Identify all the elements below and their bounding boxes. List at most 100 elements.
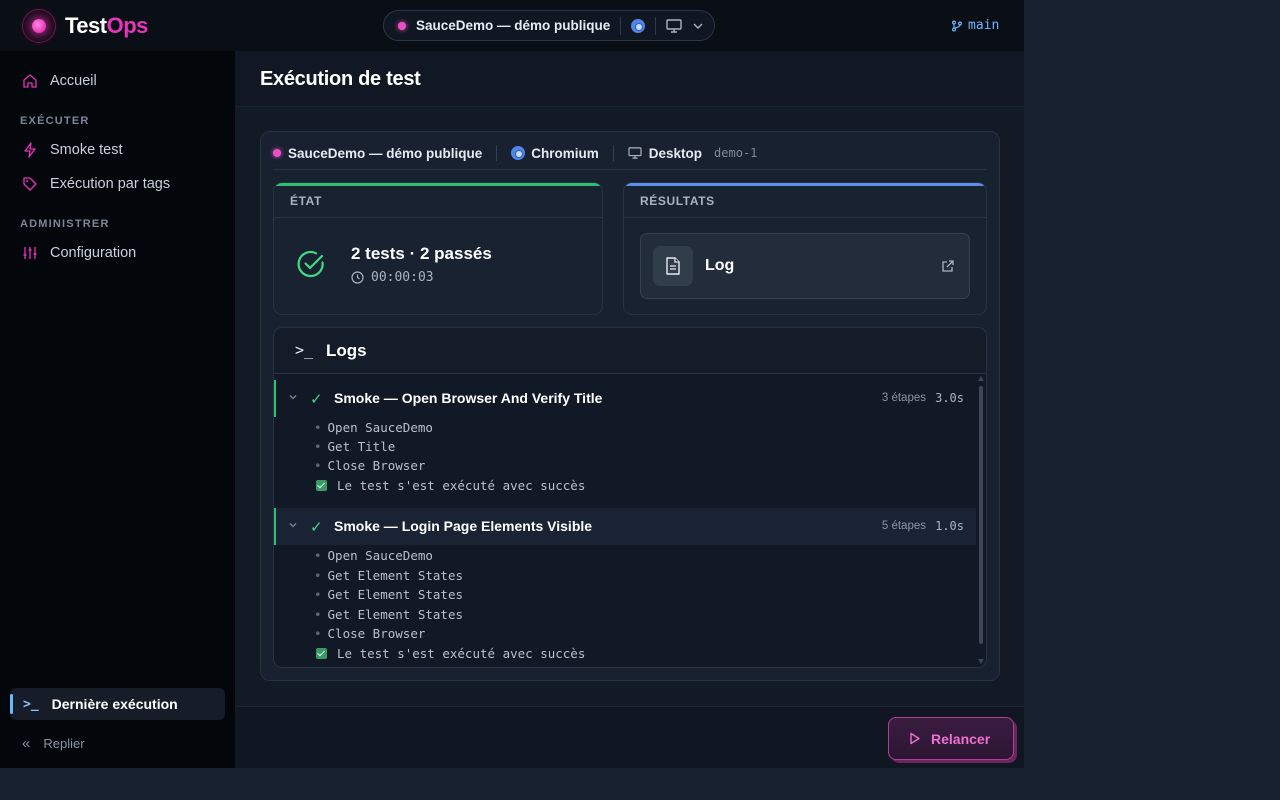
play-icon xyxy=(910,732,920,745)
check-icon: ✓ xyxy=(310,391,323,408)
log-step-text: Close Browser xyxy=(327,458,426,473)
logs-panel: >_ Logs ✓ Smoke — Open Browser And Verif… xyxy=(273,327,987,668)
checkbox-check-icon xyxy=(316,648,327,659)
log-step-text: Get Element States xyxy=(327,587,463,602)
page-title: Exécution de test xyxy=(260,68,421,90)
check-circle-icon xyxy=(297,250,324,278)
log-step-text: Get Element States xyxy=(327,607,463,622)
active-indicator xyxy=(10,694,13,714)
log-step-text: Open SauceDemo xyxy=(327,548,433,563)
test-steps-count: 3 étapes xyxy=(881,392,926,404)
divider xyxy=(655,16,657,35)
log-success-text: Le test s'est exécuté avec succès xyxy=(337,646,586,661)
page-header: Exécution de test xyxy=(235,51,1024,107)
branch-name: main xyxy=(968,18,1000,33)
test-duration: 3.0s xyxy=(935,391,964,405)
context-project: SauceDemo — démo publique xyxy=(288,145,483,161)
log-step-text: Get Title xyxy=(327,439,396,454)
state-panel: ÉTAT 2 tests · 2 passés 00:00:03 xyxy=(273,182,603,315)
log-success-text: Le test s'est exécuté avec succès xyxy=(337,478,586,493)
sidebar-item-tags[interactable]: Exécution par tags xyxy=(22,176,170,192)
relaunch-label: Relancer xyxy=(931,730,991,747)
logo-text: TestOps xyxy=(65,13,148,39)
test-row[interactable]: ✓ Smoke — Login Page Elements Visible 5 … xyxy=(274,508,976,545)
log-step: • Get Element States xyxy=(314,607,463,622)
state-duration: 00:00:03 xyxy=(351,270,434,285)
sidebar-item-last-run[interactable]: >_ Dernière exécution xyxy=(10,688,225,720)
test-name: Smoke — Login Page Elements Visible xyxy=(334,518,593,534)
divider xyxy=(274,217,602,218)
monitor-icon xyxy=(628,147,642,159)
sidebar-item-label: Smoke test xyxy=(50,142,123,158)
test-row[interactable]: ✓ Smoke — Open Browser And Verify Title … xyxy=(274,380,976,417)
test-duration: 1.0s xyxy=(935,519,964,533)
scroll-up-icon[interactable] xyxy=(978,376,984,381)
relaunch-button[interactable]: Relancer xyxy=(888,717,1014,760)
project-selector[interactable]: SauceDemo — démo publique xyxy=(383,10,715,41)
action-footer: Relancer xyxy=(235,706,1024,768)
sidebar-item-home[interactable]: Accueil xyxy=(22,73,97,89)
git-branch-icon xyxy=(952,20,962,32)
test-name: Smoke — Open Browser And Verify Title xyxy=(334,390,603,406)
logs-scrollbar[interactable] xyxy=(979,386,983,644)
log-step-text: Open SauceDemo xyxy=(327,420,433,435)
context-device: Desktop xyxy=(648,145,703,161)
project-dot-icon xyxy=(273,149,281,157)
sidebar-item-label: Dernière exécution xyxy=(51,696,178,712)
logo[interactable]: TestOps xyxy=(20,7,148,45)
open-log-button[interactable]: Log xyxy=(640,233,970,299)
home-icon xyxy=(23,74,37,88)
check-icon: ✓ xyxy=(310,519,323,536)
terminal-icon: >_ xyxy=(295,341,314,359)
sliders-icon xyxy=(23,247,37,259)
main-content: Exécution de test SauceDemo — démo publi… xyxy=(235,51,1024,768)
open-log-label: Log xyxy=(705,257,735,274)
sidebar-item-label: Configuration xyxy=(50,245,137,261)
sidebar-section-execute: EXÉCUTER xyxy=(20,115,90,127)
logo-text-ops: Ops xyxy=(106,13,149,38)
test-steps-count: 5 étapes xyxy=(881,520,926,532)
chevron-down-icon xyxy=(289,395,297,400)
logo-text-test: Test xyxy=(65,13,107,38)
divider xyxy=(620,16,622,35)
chromium-icon xyxy=(511,146,526,160)
divider xyxy=(273,169,987,170)
monitor-icon xyxy=(666,18,682,33)
results-panel: RÉSULTATS Log xyxy=(623,182,987,315)
lightning-icon xyxy=(24,142,36,158)
collapse-sidebar-button[interactable]: « Replier xyxy=(22,735,85,752)
scroll-down-icon[interactable] xyxy=(978,659,984,664)
log-step: • Get Title xyxy=(314,439,396,454)
log-step-text: Close Browser xyxy=(327,626,426,641)
context-browser: Chromium xyxy=(531,145,599,161)
execution-card: SauceDemo — démo publique Chromium Deskt… xyxy=(260,131,1000,681)
branch-indicator[interactable]: main xyxy=(951,18,999,33)
state-panel-title: ÉTAT xyxy=(290,194,322,208)
log-step: • Open SauceDemo xyxy=(314,420,433,435)
checkbox-check-icon xyxy=(316,480,327,491)
logs-title: Logs xyxy=(326,341,367,360)
chevrons-left-icon: « xyxy=(22,735,31,752)
logo-mark-icon xyxy=(20,7,58,45)
sidebar-item-configuration[interactable]: Configuration xyxy=(22,245,136,261)
context-env: demo-1 xyxy=(714,146,758,160)
duration-value: 00:00:03 xyxy=(371,270,434,285)
test-status-bar xyxy=(274,508,276,545)
logs-header: >_ Logs xyxy=(274,328,986,374)
sidebar-item-smoke-test[interactable]: Smoke test xyxy=(22,142,123,158)
results-accent xyxy=(624,183,986,186)
chevron-down-icon xyxy=(289,523,297,528)
execution-context: SauceDemo — démo publique Chromium Deskt… xyxy=(273,145,757,161)
log-step: • Close Browser xyxy=(314,458,426,473)
state-accent xyxy=(274,183,602,186)
project-dot-icon xyxy=(398,21,406,30)
log-step-text: Get Element States xyxy=(327,568,463,583)
log-step: • Open SauceDemo xyxy=(314,548,433,563)
sidebar-section-admin: ADMINISTRER xyxy=(20,218,110,230)
sidebar: Accueil EXÉCUTER Smoke test Exécution pa… xyxy=(0,51,235,768)
collapse-label: Replier xyxy=(43,736,85,751)
divider xyxy=(612,145,614,161)
results-panel-title: RÉSULTATS xyxy=(640,194,715,208)
log-step: • Close Browser xyxy=(314,626,426,641)
log-step: • Get Element States xyxy=(314,568,463,583)
